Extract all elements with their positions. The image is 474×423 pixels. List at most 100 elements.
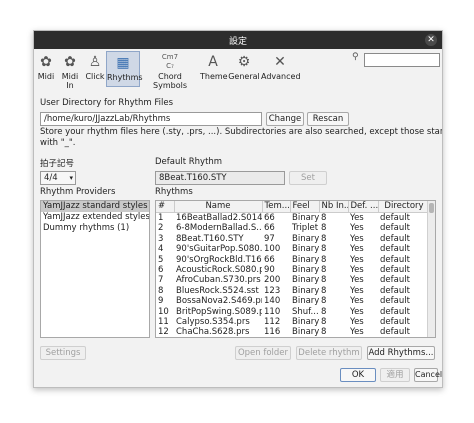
table-row[interactable]: 3 8Beat.T160.STY 97 Binary 8 Yes default xyxy=(156,234,430,244)
table-cell: Binary xyxy=(292,275,319,286)
table-row[interactable]: 4 90'sGuitarPop.S080.... 100 Binary 8 Yes defa… xyxy=(156,244,430,254)
table-cell: default xyxy=(380,275,410,286)
table-cell: 8 xyxy=(321,265,327,276)
table-cell: Binary xyxy=(292,327,319,338)
category-toolbar: ✿ Midi ✿ Midi In ♙ Click ▦ Rhythms Cm7 C₇… xyxy=(34,49,442,90)
table-cell: 123 xyxy=(264,285,281,296)
table-cell: 16BeatBallad2.S014.prs xyxy=(176,213,262,223)
table-cell: Yes xyxy=(350,275,364,286)
table-cell: default xyxy=(380,296,410,307)
table-cell: 8Beat.T160.STY xyxy=(176,233,244,244)
tab-theme[interactable]: A Theme xyxy=(200,51,228,87)
column-header-name[interactable]: Name xyxy=(174,201,263,213)
table-cell: 4 xyxy=(158,244,164,255)
table-cell: Yes xyxy=(350,296,364,307)
table-cell: 5 xyxy=(158,254,164,265)
table-row[interactable]: 2 6-8ModernBallad.S... 66 Triplet 8 Yes defaul… xyxy=(156,223,430,233)
vertical-scrollbar[interactable] xyxy=(427,201,435,337)
settings-button[interactable]: Settings xyxy=(40,346,86,360)
user-dir-path-field[interactable]: /home/kuro/JJazzLab/Rhythms xyxy=(40,112,262,126)
list-item[interactable]: YamJJazz standard styles (211 xyxy=(41,201,149,212)
scrollbar-thumb[interactable] xyxy=(429,203,434,213)
column-header-default[interactable]: Def. ... xyxy=(348,201,379,213)
time-signature-select[interactable]: 4/4 ▾ xyxy=(40,171,76,185)
tab-midi-in[interactable]: ✿ Midi In xyxy=(57,51,83,90)
rescan-button[interactable]: Rescan xyxy=(307,112,349,126)
table-cell: 90'sGuitarPop.S080.... xyxy=(176,244,262,255)
table-cell: Binary xyxy=(292,296,319,307)
table-cell: AcousticRock.S080.prs xyxy=(176,265,262,276)
table-cell: 66 xyxy=(264,223,275,234)
rhythm-providers-list[interactable]: YamJJazz standard styles (211 YamJJazz e… xyxy=(40,200,150,338)
table-cell: 66 xyxy=(264,254,275,265)
default-rhythm-field: 8Beat.T160.STY xyxy=(155,171,285,185)
table-row[interactable]: 9 BossaNova2.S469.prs 140 Binary 8 Yes default xyxy=(156,296,430,306)
table-row[interactable]: 8 BluesRock.S524.sst 123 Binary 8 Yes default xyxy=(156,286,430,296)
change-button[interactable]: Change xyxy=(266,112,304,126)
table-cell: 66 xyxy=(264,213,275,223)
table-cell: 8 xyxy=(321,285,327,296)
table-cell: Yes xyxy=(350,285,364,296)
tab-rhythms[interactable]: ▦ Rhythms xyxy=(106,51,143,87)
table-cell: Yes xyxy=(350,265,364,276)
set-default-button[interactable]: Set xyxy=(289,171,327,185)
apply-button[interactable]: 適用 xyxy=(380,368,410,382)
table-row[interactable]: 6 AcousticRock.S080.prs90 Binary8 Yes defaul… xyxy=(156,265,430,275)
close-icon[interactable]: ✕ xyxy=(425,34,437,46)
table-cell: 90 xyxy=(264,265,275,276)
table-row[interactable]: 5 90'sOrgRockBld.T162...66 Binary8 Yes defau… xyxy=(156,255,430,265)
chevron-down-icon: ▾ xyxy=(69,174,73,182)
cancel-button[interactable]: Cancel xyxy=(414,368,442,382)
tab-advanced[interactable]: ✕ Advanced xyxy=(261,51,301,87)
midi-in-icon: ✿ xyxy=(64,54,76,70)
table-cell: 110 xyxy=(264,306,281,317)
table-cell: BluesRock.S524.sst xyxy=(176,285,259,296)
table-cell: 8 xyxy=(321,327,327,338)
preferences-dialog: 設定 ✕ ✿ Midi ✿ Midi In ♙ Click ▦ Rhythms … xyxy=(33,30,443,388)
column-header-feel[interactable]: Feel xyxy=(290,201,320,213)
list-item[interactable]: YamJJazz extended styles (5) xyxy=(41,212,149,223)
add-rhythms-button[interactable]: Add Rhythms... xyxy=(367,346,435,360)
tab-chord-symbols[interactable]: Cm7 C₇ Chord Symbols xyxy=(142,51,198,90)
column-header-directory[interactable]: Directory xyxy=(378,201,431,213)
table-cell: 90'sOrgRockBld.T162... xyxy=(176,254,262,265)
tab-midi[interactable]: ✿ Midi xyxy=(36,51,56,87)
column-header-tempo[interactable]: Tem... xyxy=(262,201,291,213)
table-cell: Binary xyxy=(292,254,319,265)
table-cell: 200 xyxy=(264,275,281,286)
list-item[interactable]: Dummy rhythms (1) xyxy=(41,223,149,234)
tab-general[interactable]: ⚙ General xyxy=(228,51,260,87)
table-cell: 8 xyxy=(158,285,164,296)
table-cell: Binary xyxy=(292,317,319,328)
table-row[interactable]: 7 AfroCuban.S730.prs 200 Binary 8 Yes default xyxy=(156,275,430,285)
table-row[interactable]: 12 ChaCha.S628.prs 116 Binary 8 Yes default xyxy=(156,327,430,337)
default-rhythm-label: Default Rhythm xyxy=(155,157,223,167)
table-cell: 7 xyxy=(158,275,164,286)
column-header-nb-instruments[interactable]: Nb In... xyxy=(319,201,349,213)
ok-button[interactable]: OK xyxy=(340,368,376,382)
table-cell: 8 xyxy=(321,275,327,286)
table-cell: 8 xyxy=(321,233,327,244)
general-gear-icon: ⚙ xyxy=(237,54,251,70)
table-cell: 140 xyxy=(264,296,281,307)
table-cell: ChaCha.S628.prs xyxy=(176,327,250,338)
table-row[interactable]: 10 BritPopSwing.S089.prs110 Shuf...8 Yes def… xyxy=(156,307,430,317)
delete-rhythm-button[interactable]: Delete rhythm xyxy=(296,346,362,360)
open-folder-button[interactable]: Open folder xyxy=(235,346,291,360)
table-cell: 8 xyxy=(321,296,327,307)
search-icon: ⚲ xyxy=(352,52,359,62)
tab-click[interactable]: ♙ Click xyxy=(85,51,105,87)
table-row[interactable]: 1 16BeatBallad2.S014.prs66 Binary8 Yes defau… xyxy=(156,213,430,224)
column-header-number[interactable]: # xyxy=(156,201,175,213)
table-cell: 116 xyxy=(264,327,281,338)
table-cell: default xyxy=(380,254,410,265)
table-cell: 9 xyxy=(158,296,164,307)
search-input[interactable] xyxy=(364,53,440,67)
table-cell: 2 xyxy=(158,223,164,234)
rhythms-icon: ▦ xyxy=(116,55,130,71)
table-row[interactable]: 11 Calypso.S354.prs 112 Binary 8 Yes default xyxy=(156,317,430,327)
table-cell: default xyxy=(380,306,410,317)
table-cell: default xyxy=(380,285,410,296)
user-dir-note-line2: with "_". xyxy=(40,138,76,148)
table-cell: default xyxy=(380,233,410,244)
